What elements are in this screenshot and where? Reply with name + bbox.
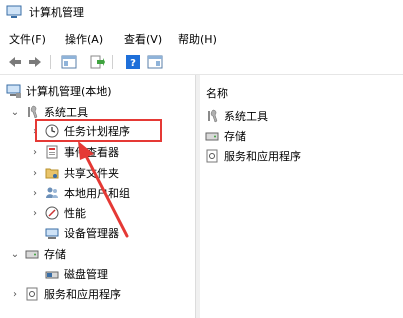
shared-folder-icon — [44, 165, 60, 181]
tree-item-shared-folders[interactable]: › 共享文件夹 — [30, 164, 119, 182]
menu-help[interactable]: 帮助(H) — [178, 31, 217, 47]
list-item[interactable]: 存储 — [204, 127, 246, 145]
tree-label: 存储 — [44, 248, 66, 261]
tools-icon — [24, 104, 40, 120]
menu-bar: 文件(F) 操作(A) 查看(V) 帮助(H) — [0, 28, 403, 48]
event-viewer-icon — [44, 144, 60, 160]
tree-item-performance[interactable]: › 性能 — [30, 204, 86, 222]
tree-label: 事件查看器 — [64, 146, 119, 159]
tree-item-disk-management[interactable]: 磁盘管理 — [44, 265, 108, 283]
tree-label: 磁盘管理 — [64, 268, 108, 281]
tree-label: 设备管理器 — [64, 227, 119, 240]
menu-file[interactable]: 文件(F) — [9, 31, 46, 47]
task-scheduler-highlight — [35, 119, 162, 142]
performance-icon — [44, 205, 60, 221]
chevron-right-icon[interactable]: › — [30, 147, 40, 158]
tree-item-storage[interactable]: ⌄ 存储 — [10, 245, 66, 263]
chevron-down-icon[interactable]: ⌄ — [10, 107, 20, 118]
export-list-icon[interactable] — [88, 53, 106, 71]
details-pane: 名称 系统工具 存储 服务和应用程序 — [200, 77, 403, 318]
tree-label: 计算机管理(本地) — [26, 85, 112, 98]
title-bar: 计算机管理 — [0, 0, 403, 24]
users-icon — [44, 185, 60, 201]
tools-icon — [204, 108, 220, 124]
tree-label: 服务和应用程序 — [44, 288, 121, 301]
column-header-name[interactable]: 名称 — [206, 85, 228, 101]
list-item[interactable]: 系统工具 — [204, 107, 268, 125]
services-icon — [204, 148, 220, 164]
tree-item-computer-management[interactable]: 计算机管理(本地) — [6, 82, 112, 100]
chevron-right-icon[interactable]: › — [30, 188, 40, 199]
list-item-label: 系统工具 — [224, 110, 268, 123]
tree-label: 性能 — [64, 207, 86, 220]
svg-text:?: ? — [130, 58, 136, 69]
device-manager-icon — [44, 225, 60, 241]
menu-view[interactable]: 查看(V) — [124, 31, 162, 47]
toolbar: ? — [0, 50, 403, 75]
show-hide-tree-icon[interactable] — [60, 53, 78, 71]
tree-label: 本地用户和组 — [64, 187, 130, 200]
tree-item-local-users[interactable]: › 本地用户和组 — [30, 184, 130, 202]
back-arrow-icon[interactable] — [6, 53, 24, 71]
disk-management-icon — [44, 266, 60, 282]
chevron-down-icon[interactable]: ⌄ — [10, 249, 20, 260]
storage-icon — [204, 128, 220, 144]
chevron-right-icon[interactable]: › — [30, 208, 40, 219]
services-icon — [24, 286, 40, 302]
list-item-label: 存储 — [224, 130, 246, 143]
window-title: 计算机管理 — [29, 6, 84, 19]
toolbar-separator — [112, 55, 113, 69]
computer-icon — [6, 83, 22, 99]
list-item[interactable]: 服务和应用程序 — [204, 147, 301, 165]
tree-item-device-manager[interactable]: 设备管理器 — [44, 224, 119, 242]
menu-action[interactable]: 操作(A) — [65, 31, 103, 47]
tree-label: 系统工具 — [44, 106, 88, 119]
tree-item-event-viewer[interactable]: › 事件查看器 — [30, 143, 119, 161]
help-icon[interactable]: ? — [124, 53, 142, 71]
tree-label: 共享文件夹 — [64, 167, 119, 180]
list-item-label: 服务和应用程序 — [224, 150, 301, 163]
chevron-right-icon[interactable]: › — [10, 289, 20, 300]
tree-item-services-apps[interactable]: › 服务和应用程序 — [10, 285, 121, 303]
computer-management-icon — [6, 5, 22, 19]
chevron-right-icon[interactable]: › — [30, 168, 40, 179]
storage-icon — [24, 246, 40, 262]
properties-pane-icon[interactable] — [146, 53, 164, 71]
forward-arrow-icon[interactable] — [26, 53, 44, 71]
toolbar-separator — [50, 55, 51, 69]
